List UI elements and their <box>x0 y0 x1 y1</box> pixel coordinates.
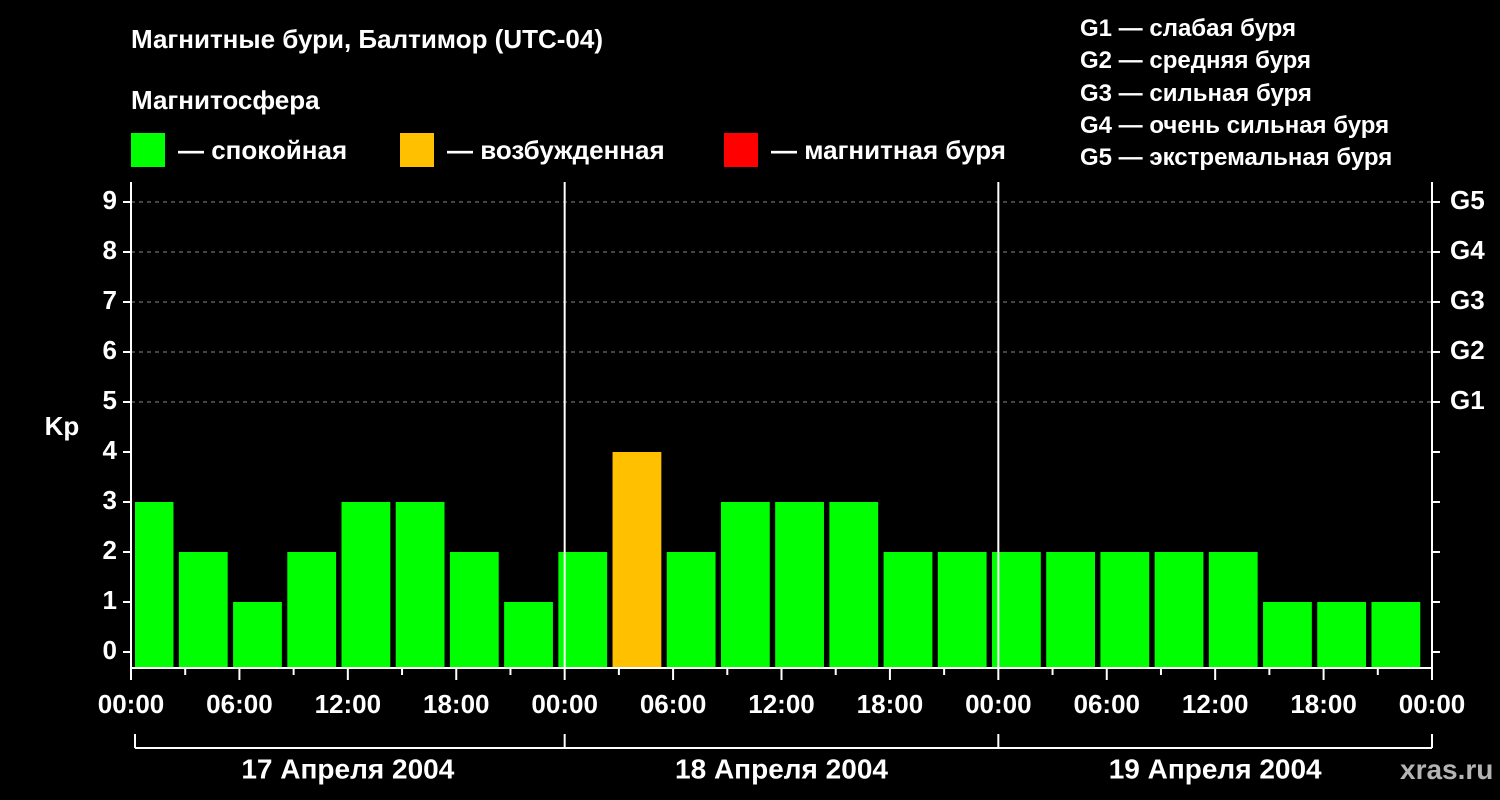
y-tick-label: 2 <box>103 535 117 565</box>
kp-bar <box>775 502 824 668</box>
x-tick-label: 06:00 <box>206 689 273 719</box>
x-tick-label: 00:00 <box>1399 689 1466 719</box>
x-tick-label: 18:00 <box>1290 689 1357 719</box>
x-tick-label: 00:00 <box>965 689 1032 719</box>
g-level-label: G1 <box>1450 385 1485 415</box>
kp-bar <box>135 502 174 668</box>
x-tick-label: 18:00 <box>423 689 490 719</box>
y-tick-label: 3 <box>103 485 117 515</box>
y-tick-label: 1 <box>103 585 117 615</box>
day-label: 18 Апреля 2004 <box>675 753 888 784</box>
day-label: 19 Апреля 2004 <box>1109 753 1322 784</box>
kp-bar <box>883 552 933 668</box>
x-tick-label: 18:00 <box>857 689 924 719</box>
y-tick-label: 6 <box>103 335 117 365</box>
kp-bar <box>178 552 228 668</box>
day-label: 17 Апреля 2004 <box>241 753 454 784</box>
y-tick-label: 8 <box>103 235 117 265</box>
kp-bar <box>1100 552 1150 668</box>
kp-bar <box>449 552 499 668</box>
x-tick-label: 12:00 <box>1182 689 1249 719</box>
kp-bar <box>1046 552 1096 668</box>
watermark: xras.ru <box>1400 754 1494 785</box>
g-level-label: G4 <box>1450 235 1485 265</box>
kp-bar <box>233 602 282 668</box>
kp-bar <box>287 552 337 668</box>
x-tick-label: 12:00 <box>315 689 382 719</box>
kp-bar <box>1317 602 1367 668</box>
x-tick-label: 00:00 <box>531 689 598 719</box>
x-tick-label: 06:00 <box>1074 689 1141 719</box>
g-level-label: G3 <box>1450 285 1485 315</box>
y-axis-label: Kp <box>45 411 80 441</box>
y-tick-label: 9 <box>103 185 117 215</box>
kp-bar <box>1263 602 1312 668</box>
kp-bar <box>341 502 391 668</box>
kp-bar <box>666 552 716 668</box>
kp-bar <box>937 552 987 668</box>
x-tick-label: 06:00 <box>640 689 707 719</box>
y-tick-label: 5 <box>103 385 117 415</box>
kp-bar <box>612 452 662 668</box>
kp-chart: Kp 0 1 2 3 4 5 6 7 8 9 G1 G2 G3 G4 G5 00:00 06:00 12:00 18… <box>45 182 1485 784</box>
g-level-label: G5 <box>1450 185 1485 215</box>
x-tick-label: 12:00 <box>748 689 815 719</box>
g-level-label: G2 <box>1450 335 1485 365</box>
kp-bar <box>829 502 879 668</box>
kp-bar <box>395 502 445 668</box>
kp-bar <box>1371 602 1421 668</box>
kp-bar <box>1208 552 1258 668</box>
kp-bar <box>1154 552 1204 668</box>
kp-bar <box>720 502 770 668</box>
x-tick-label: 00:00 <box>98 689 165 719</box>
y-tick-label: 4 <box>103 435 118 465</box>
y-tick-label: 7 <box>103 285 117 315</box>
y-tick-label: 0 <box>103 635 117 665</box>
kp-bar <box>504 602 553 668</box>
